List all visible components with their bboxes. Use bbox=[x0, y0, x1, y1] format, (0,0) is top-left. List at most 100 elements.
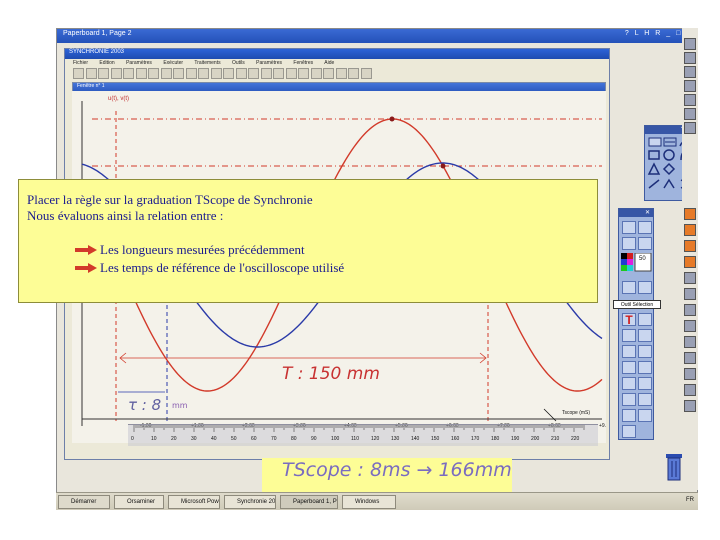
toolbar-button[interactable] bbox=[110, 68, 122, 79]
side-tool-button[interactable] bbox=[684, 94, 696, 106]
ruler-number: 100 bbox=[331, 436, 340, 442]
text-tool-icon[interactable]: T bbox=[622, 313, 636, 326]
ruler-number: 160 bbox=[451, 436, 460, 442]
rectangle-icon bbox=[648, 137, 662, 147]
synchronie-titlebar[interactable]: SYNCHRONIE 2003 bbox=[65, 49, 609, 59]
side-tool-button[interactable] bbox=[684, 384, 696, 396]
toolbar-button[interactable] bbox=[285, 68, 297, 79]
toolbar-button[interactable] bbox=[298, 68, 309, 79]
taskbar-item[interactable]: Synchronie 2003 bbox=[224, 495, 276, 509]
toolbar-button[interactable] bbox=[348, 68, 359, 79]
redo-icon[interactable] bbox=[638, 329, 652, 342]
ruler-number: 40 bbox=[211, 436, 217, 442]
toolbar-button[interactable] bbox=[273, 68, 284, 79]
toolbar-button[interactable] bbox=[248, 68, 259, 79]
ruler-number: 210 bbox=[551, 436, 560, 442]
ruler-number: 20 bbox=[171, 436, 177, 442]
side-tool-button[interactable] bbox=[684, 288, 696, 300]
side-tool-button[interactable] bbox=[684, 80, 696, 92]
toolbar-button[interactable] bbox=[85, 68, 97, 79]
side-tool-button[interactable] bbox=[684, 352, 696, 364]
star-tool-icon[interactable] bbox=[638, 377, 652, 390]
side-tool-button[interactable] bbox=[684, 240, 696, 252]
toolbar-button[interactable] bbox=[135, 68, 147, 79]
side-tool-button[interactable] bbox=[684, 108, 696, 120]
compass-tool-icon[interactable] bbox=[622, 377, 636, 390]
camera-tool-icon[interactable] bbox=[622, 345, 636, 358]
toolbar-button[interactable] bbox=[323, 68, 334, 79]
shape-tool-icon[interactable] bbox=[622, 409, 636, 422]
pen-tool-icon[interactable] bbox=[622, 221, 636, 234]
side-tool-button[interactable] bbox=[684, 66, 696, 78]
side-tool-button[interactable] bbox=[684, 336, 696, 348]
toolbar-button[interactable] bbox=[260, 68, 272, 79]
menu-item[interactable]: Paramètres bbox=[126, 60, 152, 66]
ruler-number: 150 bbox=[431, 436, 440, 442]
grid-tool-icon[interactable] bbox=[638, 393, 652, 406]
toolbar-button[interactable] bbox=[185, 68, 197, 79]
toolbar-button[interactable] bbox=[123, 68, 134, 79]
side-tool-button[interactable] bbox=[684, 368, 696, 380]
toolbar-button[interactable] bbox=[160, 68, 172, 79]
toolbar-button[interactable] bbox=[235, 68, 247, 79]
undo-icon[interactable] bbox=[622, 329, 636, 342]
menu-item[interactable]: Edition bbox=[99, 60, 114, 66]
menu-item[interactable]: Outils bbox=[232, 60, 245, 66]
taskbar-item[interactable]: Microsoft PowerPoint bbox=[168, 495, 220, 509]
ruler-tool-icon[interactable] bbox=[622, 425, 636, 438]
toolbar-button[interactable] bbox=[335, 68, 347, 79]
keyboard-tool-icon[interactable] bbox=[622, 393, 636, 406]
instruction-note: Placer la règle sur la graduation TScope… bbox=[18, 179, 598, 303]
eraser-tool-icon[interactable] bbox=[638, 361, 652, 374]
menu-item[interactable]: Traitements bbox=[194, 60, 220, 66]
toolbar-button[interactable] bbox=[198, 68, 209, 79]
magnifier-tool-icon[interactable] bbox=[622, 361, 636, 374]
toolbar-button[interactable] bbox=[310, 68, 322, 79]
conversion-annotation: TScope : 8ms → 166mm bbox=[282, 459, 512, 481]
spotlight-tool-icon[interactable] bbox=[638, 345, 652, 358]
toolbar-button[interactable] bbox=[210, 68, 222, 79]
start-button[interactable]: Démarrer bbox=[58, 495, 110, 509]
side-tool-button[interactable] bbox=[684, 52, 696, 64]
menu-item[interactable]: Aide bbox=[324, 60, 334, 66]
taskbar-item[interactable]: Paperboard 1, Page 2 bbox=[280, 495, 338, 509]
trash-icon[interactable] bbox=[664, 452, 684, 482]
side-tool-button[interactable] bbox=[684, 256, 696, 268]
color-tool-icon[interactable] bbox=[638, 237, 652, 250]
taskbar-item[interactable]: Windows bbox=[342, 495, 396, 509]
color-swatches[interactable] bbox=[621, 253, 653, 277]
toolbar-button[interactable] bbox=[148, 68, 159, 79]
menu-item[interactable]: Fichier bbox=[73, 60, 88, 66]
tau-annotation: τ : 8 bbox=[128, 396, 162, 414]
select-arrow-icon[interactable] bbox=[622, 281, 636, 294]
side-tool-button[interactable] bbox=[684, 38, 696, 50]
taskbar-item[interactable]: Orsaminer bbox=[114, 495, 164, 509]
side-tool-button[interactable] bbox=[684, 224, 696, 236]
pointer-tool-icon[interactable] bbox=[638, 281, 652, 294]
menu-item[interactable]: Paramètres bbox=[256, 60, 282, 66]
side-tool-button[interactable] bbox=[684, 400, 696, 412]
side-tool-button[interactable] bbox=[684, 272, 696, 284]
screen-tool-icon[interactable] bbox=[622, 237, 636, 250]
menu-item[interactable]: Fenêtres bbox=[293, 60, 313, 66]
toolbar-button[interactable] bbox=[98, 68, 109, 79]
menu-item[interactable]: Exécuter bbox=[163, 60, 183, 66]
toolbar-button[interactable] bbox=[360, 68, 372, 79]
note-bullet-1: Les longueurs mesurées précédemment bbox=[75, 242, 305, 258]
selection-tool-label: Outil Sélection bbox=[613, 300, 661, 309]
side-tool-button[interactable] bbox=[684, 122, 696, 134]
recorder-tool-icon[interactable] bbox=[638, 313, 652, 326]
toolbar-button[interactable] bbox=[73, 68, 84, 79]
toolbar-button[interactable] bbox=[223, 68, 234, 79]
tools-palette-header[interactable]: ✕ bbox=[619, 209, 653, 217]
side-tool-button[interactable] bbox=[684, 304, 696, 316]
note-bullet-2: Les temps de référence de l'oscilloscope… bbox=[75, 260, 344, 276]
paperboard-titlebar[interactable]: Paperboard 1, Page 2 ? L H R _ □ X bbox=[57, 29, 697, 43]
toolbar-button[interactable] bbox=[173, 68, 184, 79]
ruler[interactable]: 0 10 20 30 40 50 60 70 80 90 100 110 120 130 140 150 160… bbox=[128, 424, 598, 446]
period-annotation: T : 150 mm bbox=[282, 364, 380, 384]
side-tool-button[interactable] bbox=[684, 208, 696, 220]
highlighter-tool-icon[interactable] bbox=[638, 221, 652, 234]
side-tool-button[interactable] bbox=[684, 320, 696, 332]
page-tool-icon[interactable] bbox=[638, 409, 652, 422]
